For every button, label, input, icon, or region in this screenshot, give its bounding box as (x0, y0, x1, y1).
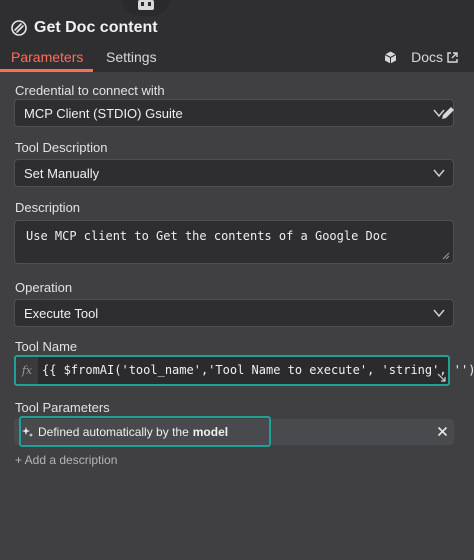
operation-select[interactable]: Execute Tool (14, 299, 454, 327)
chevron-down-icon (433, 309, 445, 318)
tool-parameters-model: model (192, 425, 229, 439)
close-icon[interactable] (437, 426, 448, 437)
operation-value: Execute Tool (24, 306, 99, 321)
fx-badge: fx (16, 357, 38, 384)
sparkle-icon (22, 426, 33, 437)
tool-parameters-prefix: Defined automatically by the (38, 425, 189, 439)
tool-description-value: Set Manually (24, 166, 100, 181)
tool-description-select[interactable]: Set Manually (14, 159, 454, 187)
description-textarea[interactable]: Use MCP client to Get the contents of a … (14, 220, 454, 264)
tab-settings[interactable]: Settings (106, 49, 157, 65)
resize-icon[interactable] (437, 373, 446, 382)
resize-icon[interactable] (442, 252, 450, 260)
tab-bar: Parameters Settings Docs (0, 48, 474, 72)
title-row: Get Doc content (11, 17, 158, 39)
credential-value: MCP Client (STDIO) Gsuite (24, 106, 183, 121)
credential-select[interactable]: MCP Client (STDIO) Gsuite (14, 99, 454, 127)
external-link-icon (447, 51, 458, 63)
description-label: Description (15, 200, 81, 215)
tab-parameters[interactable]: Parameters (11, 49, 83, 65)
tool-name-expression-input[interactable]: fx {{ $fromAI('tool_name','Tool Name to … (14, 355, 474, 386)
chevron-down-icon (433, 169, 445, 178)
docs-link[interactable]: Docs (384, 49, 458, 65)
node-icon (11, 20, 27, 36)
node-header: Get Doc content Parameters Settings Docs (0, 0, 474, 72)
tool-parameters-value: Defined automatically by the model (22, 425, 228, 439)
active-tab-indicator (0, 69, 93, 72)
add-description-link[interactable]: + Add a description (15, 453, 117, 467)
tool-description-label: Tool Description (15, 140, 108, 155)
docs-label: Docs (411, 49, 443, 65)
node-title: Get Doc content (34, 19, 158, 36)
tool-name-label: Tool Name (15, 339, 78, 354)
description-value: Use MCP client to Get the contents of a … (26, 229, 388, 243)
tool-parameters-label: Tool Parameters (15, 400, 110, 415)
credential-label: Credential to connect with (15, 83, 165, 98)
operation-label: Operation (15, 280, 73, 295)
robot-icon (138, 0, 154, 10)
tool-name-expression: {{ $fromAI('tool_name','Tool Name to exe… (42, 363, 474, 377)
pencil-icon[interactable] (439, 104, 457, 122)
cube-icon (384, 51, 397, 63)
